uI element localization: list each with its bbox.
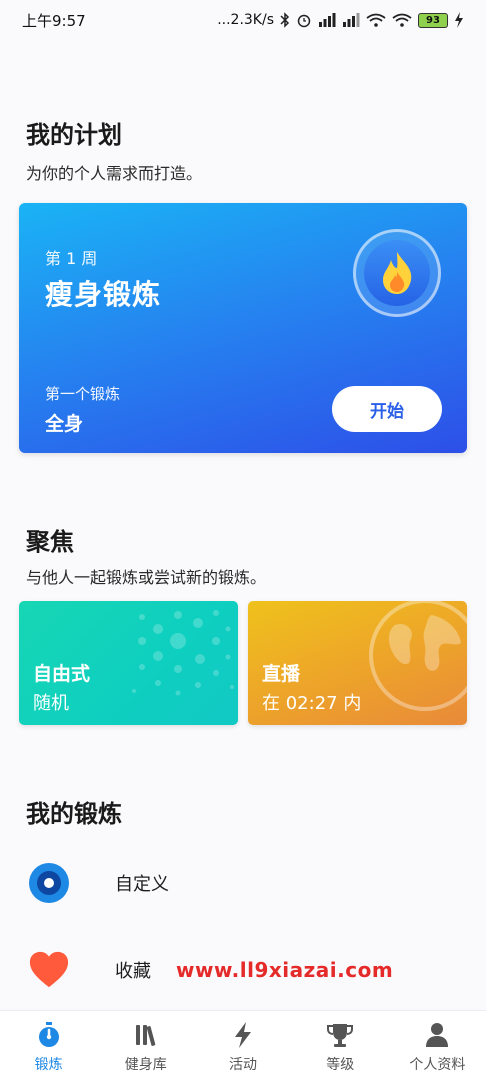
charging-icon <box>454 12 464 28</box>
status-bar: 上午9:57 ...2.3K/s 93 <box>0 0 486 40</box>
library-icon <box>133 1022 159 1048</box>
plan-name: 瘦身锻炼 <box>45 278 162 311</box>
plan-section-subtitle: 为你的个人需求而打造。 <box>26 164 203 183</box>
alarm-icon <box>296 12 312 28</box>
nav-label: 等级 <box>326 1057 355 1073</box>
list-item-label: 自定义 <box>115 874 169 895</box>
plan-section-title: 我的计划 <box>26 121 122 149</box>
nav-label: 健身库 <box>124 1057 167 1073</box>
flame-icon <box>364 240 430 306</box>
nav-item-workout[interactable]: 锻炼 <box>0 1011 97 1080</box>
plan-week: 第 1 周 <box>45 249 98 268</box>
focus-section-subtitle: 与他人一起锻炼或尝试新的锻炼。 <box>26 568 267 587</box>
trophy-icon <box>327 1022 354 1048</box>
lightning-icon <box>230 1022 256 1048</box>
wifi-icon-2 <box>392 13 412 27</box>
status-icons: ...2.3K/s 93 <box>217 12 464 28</box>
workouts-section-title: 我的锻炼 <box>26 800 122 828</box>
focus-card-live[interactable]: 直播 在 02:27 内 <box>248 601 467 725</box>
network-speed: ...2.3K/s <box>217 12 274 28</box>
nav-item-activity[interactable]: 活动 <box>194 1011 291 1080</box>
watermark: www.ll9xiazai.com <box>176 958 394 982</box>
wifi-icon <box>366 13 386 27</box>
list-item-label: 收藏 <box>115 961 151 982</box>
first-workout-value: 全身 <box>45 413 84 435</box>
focus-card-freestyle[interactable]: 自由式 随机 <box>19 601 238 725</box>
dots-pattern-icon <box>132 610 234 696</box>
nav-item-profile[interactable]: 个人资料 <box>389 1011 486 1080</box>
person-icon <box>424 1022 450 1048</box>
start-button[interactable]: 开始 <box>332 386 442 432</box>
nav-label: 活动 <box>229 1057 257 1073</box>
focus-card-title: 自由式 <box>33 663 91 685</box>
focus-card-title: 直播 <box>262 663 301 685</box>
nav-item-rank[interactable]: 等级 <box>292 1011 389 1080</box>
bluetooth-icon <box>280 12 290 28</box>
status-time: 上午9:57 <box>22 11 86 30</box>
nav-label: 个人资料 <box>409 1057 466 1073</box>
first-workout-label: 第一个锻炼 <box>45 385 121 403</box>
bottom-nav: 锻炼 健身库 活动 等级 个人资料 <box>0 1010 486 1080</box>
focus-card-subtitle: 在 02:27 内 <box>262 693 362 714</box>
battery-indicator: 93 <box>418 12 448 28</box>
heart-icon <box>28 949 70 991</box>
focus-section-title: 聚焦 <box>26 528 74 556</box>
list-item-custom[interactable]: 自定义 <box>0 848 486 918</box>
target-icon <box>28 862 70 904</box>
plan-badge <box>353 229 441 317</box>
signal-icon-2 <box>342 13 360 27</box>
nav-label: 锻炼 <box>34 1057 63 1073</box>
nav-item-library[interactable]: 健身库 <box>97 1011 194 1080</box>
globe-icon <box>369 601 467 711</box>
plan-card[interactable]: 第 1 周 瘦身锻炼 第一个锻炼 全身 开始 <box>19 203 467 453</box>
focus-card-subtitle: 随机 <box>33 693 69 714</box>
signal-icon <box>318 13 336 27</box>
stopwatch-icon <box>36 1022 62 1048</box>
